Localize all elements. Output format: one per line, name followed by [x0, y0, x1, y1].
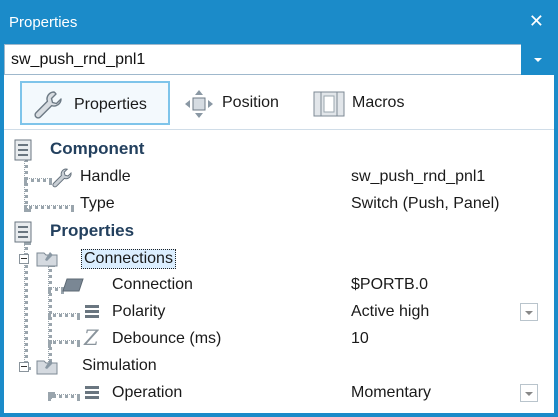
property-grid: Component Handle sw_push_rnd_pnl1 Type S… — [4, 129, 554, 413]
object-selector-value: sw_push_rnd_pnl1 — [11, 51, 146, 68]
category-label: Component — [50, 139, 145, 158]
object-selector[interactable]: sw_push_rnd_pnl1 — [4, 44, 554, 75]
property-value[interactable]: sw_push_rnd_pnl1 — [351, 168, 485, 186]
property-value[interactable]: 10 — [351, 330, 369, 348]
group-label: Simulation — [82, 357, 157, 374]
category-properties[interactable]: Properties — [4, 218, 554, 245]
group-row-simulation[interactable]: Simulation — [4, 353, 554, 380]
tab-properties[interactable]: Properties — [20, 81, 170, 125]
folder-wrench-icon — [36, 252, 58, 267]
tab-bar: Properties Position Macros — [4, 75, 554, 129]
property-value[interactable]: $PORTB.0 — [351, 276, 428, 294]
property-name: Type — [80, 195, 115, 212]
close-icon[interactable]: ✕ — [529, 12, 544, 30]
tab-position-label: Position — [222, 94, 279, 111]
tab-macros[interactable]: Macros — [304, 81, 424, 125]
title-bar: Properties ✕ — [0, 0, 558, 44]
category-icon — [14, 139, 32, 161]
wrench-icon — [34, 91, 62, 119]
property-row-connection[interactable]: Connection $PORTB.0 — [4, 272, 554, 299]
tab-position[interactable]: Position — [178, 81, 296, 125]
property-row-operation[interactable]: Operation Momentary — [4, 380, 554, 407]
chevron-down-icon[interactable] — [520, 303, 538, 321]
property-value[interactable]: Switch (Push, Panel) — [351, 195, 500, 213]
property-name: Debounce (ms) — [112, 330, 222, 347]
property-value[interactable]: Active high — [351, 303, 429, 321]
chevron-down-icon[interactable] — [521, 44, 554, 75]
properties-panel: Properties ✕ sw_push_rnd_pnl1 Properties… — [0, 0, 558, 417]
property-row-handle[interactable]: Handle sw_push_rnd_pnl1 — [4, 164, 554, 191]
move-arrows-icon — [185, 90, 213, 118]
panel-body: Properties Position Macros Component Han… — [4, 75, 554, 413]
category-label: Properties — [50, 221, 135, 240]
property-value[interactable]: Momentary — [351, 384, 431, 402]
property-row-debounce[interactable]: Z Debounce (ms) 10 — [4, 326, 554, 353]
tab-properties-label: Properties — [74, 96, 147, 113]
property-name: Connection — [112, 276, 193, 293]
category-component[interactable]: Component — [4, 136, 554, 163]
collapse-icon[interactable] — [19, 254, 29, 264]
property-name: Handle — [80, 168, 131, 185]
property-name: Polarity — [112, 303, 166, 320]
tab-macros-label: Macros — [352, 94, 405, 111]
category-icon — [14, 221, 32, 243]
group-row-connections[interactable]: Connections — [4, 245, 554, 272]
numeric-z-icon: Z — [84, 326, 99, 350]
wrench-icon — [52, 168, 72, 188]
chevron-down-icon[interactable] — [520, 384, 538, 402]
macros-icon — [313, 91, 345, 117]
panel-title: Properties — [9, 14, 78, 31]
folder-wrench-icon — [36, 360, 58, 375]
connection-icon — [62, 278, 84, 292]
property-row-type[interactable]: Type Switch (Push, Panel) — [4, 191, 554, 218]
property-name: Operation — [112, 384, 183, 401]
group-label: Connections — [81, 249, 176, 269]
collapse-icon[interactable] — [19, 362, 29, 372]
list-property-icon — [85, 305, 99, 318]
property-row-polarity[interactable]: Polarity Active high — [4, 299, 554, 326]
list-property-icon — [85, 386, 99, 399]
